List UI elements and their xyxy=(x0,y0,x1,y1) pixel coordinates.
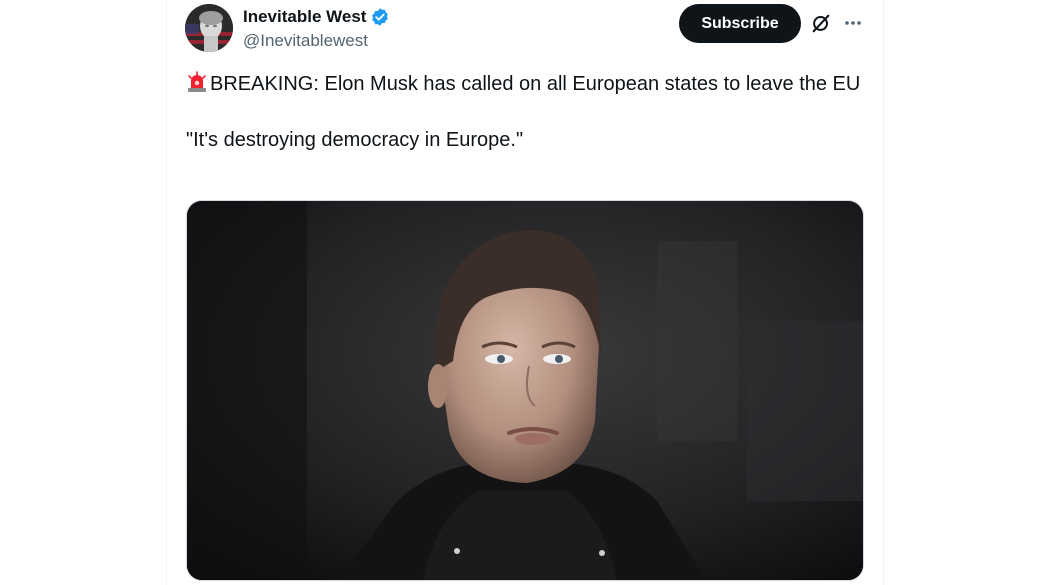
tweet-line1: BREAKING: Elon Musk has called on all Eu… xyxy=(210,73,861,95)
photo-of-man-in-black-hoodie-icon xyxy=(187,201,863,580)
author-name-row[interactable]: Inevitable West xyxy=(243,5,390,29)
author-display-name[interactable]: Inevitable West xyxy=(243,7,366,27)
tweet-text: BREAKING: Elon Musk has called on all Eu… xyxy=(186,70,866,154)
statue-flag-avatar-icon xyxy=(185,4,233,52)
grok-icon[interactable] xyxy=(810,12,832,34)
subscribe-button[interactable]: Subscribe xyxy=(679,4,801,43)
more-options-icon[interactable] xyxy=(843,13,863,33)
verified-badge-icon[interactable] xyxy=(370,7,390,27)
tweet-line2: "It's destroying democracy in Europe." xyxy=(186,129,524,151)
rotating-light-icon xyxy=(186,71,208,93)
author-handle[interactable]: @Inevitablewest xyxy=(243,31,368,51)
tweet-line-breaking: BREAKING: Elon Musk has called on all Eu… xyxy=(186,70,866,98)
tweet-photo[interactable] xyxy=(186,200,864,581)
author-avatar[interactable] xyxy=(185,4,233,52)
